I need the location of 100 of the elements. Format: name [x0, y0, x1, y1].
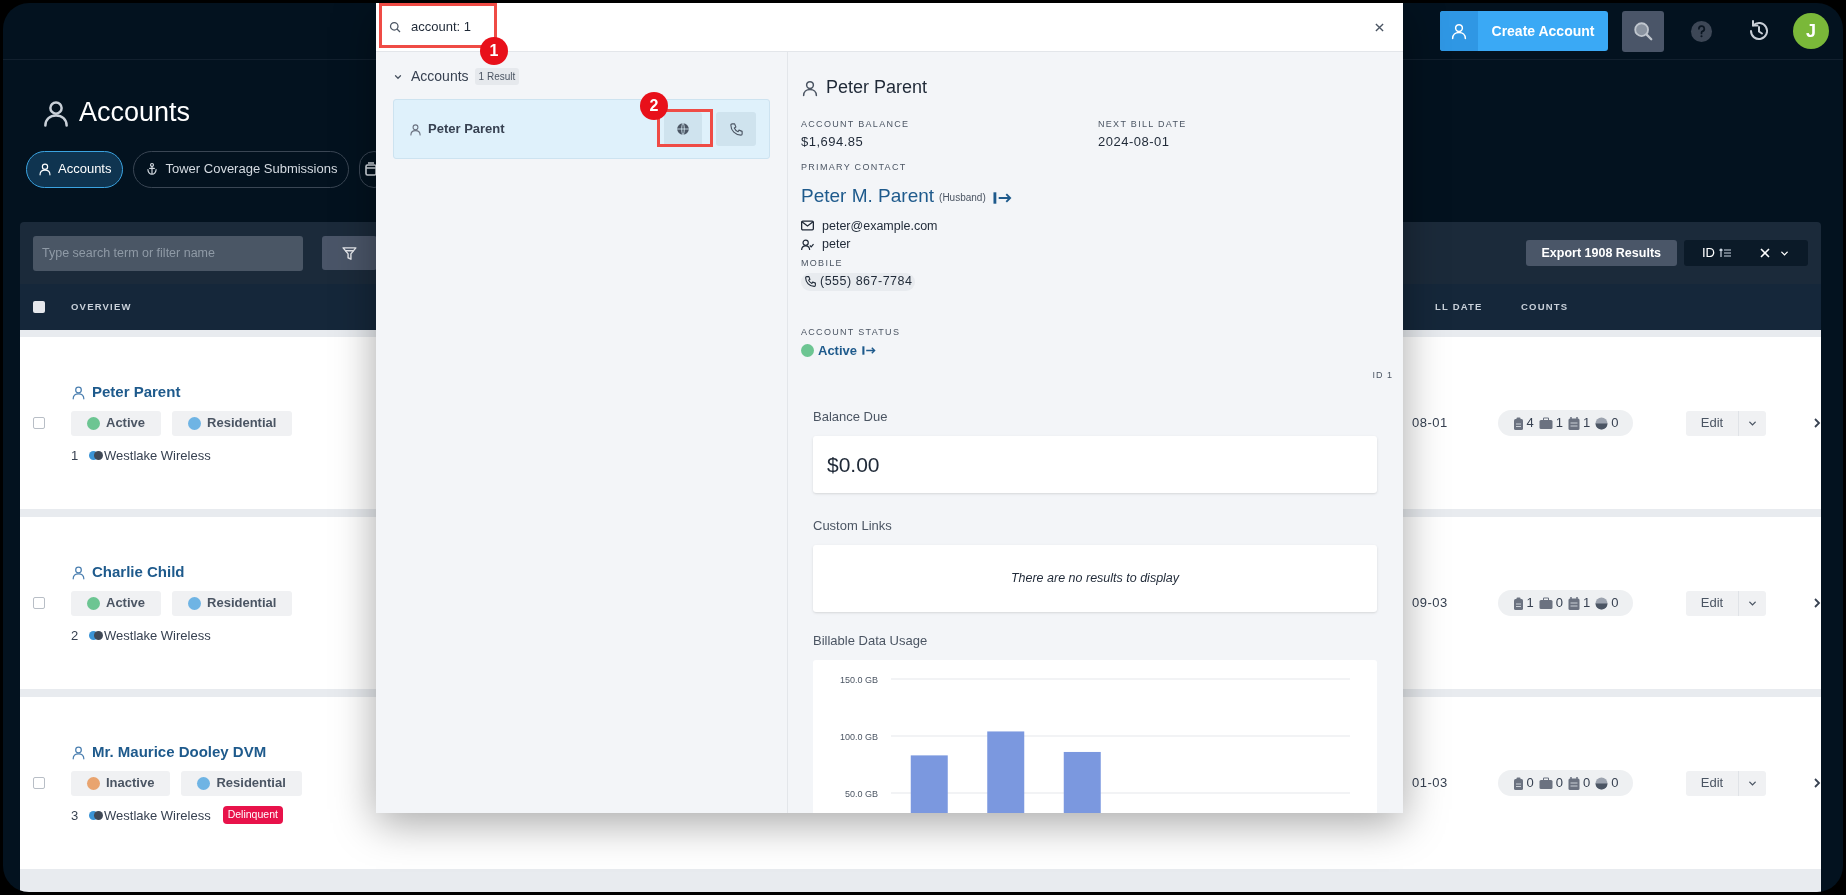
result-count: 1 Result — [474, 68, 520, 85]
clipboard-icon — [1512, 416, 1524, 430]
filter-icon — [341, 244, 358, 262]
call-button[interactable] — [716, 112, 756, 146]
count-value: 0 — [1583, 774, 1591, 793]
contact-email: peter@example.com — [822, 217, 938, 235]
mail-icon — [801, 220, 814, 232]
phone-icon — [728, 121, 744, 137]
briefcase-icon — [1538, 777, 1553, 789]
box-icon — [365, 162, 378, 176]
field-label: MOBILE — [801, 257, 844, 270]
clear-icon[interactable] — [1760, 248, 1770, 258]
filter-button[interactable] — [322, 236, 377, 270]
status-tag: Residential — [172, 590, 293, 616]
person-icon — [1450, 22, 1468, 40]
field-label: PRIMARY CONTACT — [801, 161, 908, 174]
provider-logo-icon — [89, 630, 103, 640]
status-tag: Active — [71, 590, 162, 616]
person-icon — [409, 122, 422, 136]
result-group-header[interactable]: Accounts 1 Result — [393, 66, 770, 87]
person-icon — [71, 384, 86, 400]
calendar-icon — [1568, 416, 1580, 430]
search-input[interactable]: account: 1 — [411, 17, 711, 37]
column-header[interactable]: COUNTS — [1521, 299, 1821, 315]
next-bill-date: 2024-08-01 — [1098, 132, 1171, 151]
chevron-right-icon[interactable] — [1813, 778, 1821, 788]
account-name-link[interactable]: Peter Parent — [92, 381, 181, 404]
status-tag: Residential — [172, 410, 293, 436]
close-icon[interactable] — [1375, 22, 1384, 32]
briefcase-icon — [1538, 597, 1553, 609]
status-tag: Active — [71, 410, 162, 436]
account-name-link[interactable]: Charlie Child — [92, 561, 185, 584]
calendar-icon — [1568, 776, 1580, 790]
count-value: 0 — [1611, 774, 1619, 793]
field-label: NEXT BILL DATE — [1098, 118, 1188, 131]
provider-name: Westlake Wireless — [104, 626, 211, 645]
column-header[interactable]: LL DATE — [1435, 299, 1521, 315]
provider-logo-icon — [89, 810, 103, 820]
export-button[interactable]: Export 1908 Results — [1525, 240, 1677, 266]
mobile-number[interactable]: (555) 867-7784 — [801, 272, 916, 291]
status-tag: Residential — [181, 770, 302, 796]
tab[interactable]: Accounts — [26, 150, 124, 188]
row-checkbox[interactable] — [33, 777, 45, 789]
contact-name-link[interactable]: Peter M. Parent — [801, 185, 935, 205]
status-link[interactable]: Active — [818, 341, 858, 361]
y-tick-label: 50.0 GB — [844, 788, 878, 799]
contact-relation: (Husband) — [939, 190, 986, 205]
bill-date: 09-03 — [1412, 594, 1449, 613]
count-value: 1 — [1583, 414, 1591, 433]
row-checkbox[interactable] — [33, 417, 45, 429]
count-value: 0 — [1555, 594, 1563, 613]
account-id: 2 — [71, 626, 80, 645]
website-button[interactable] — [664, 112, 702, 146]
person-icon — [71, 744, 86, 760]
anchor-icon — [145, 162, 160, 176]
count-value: 1 — [1555, 414, 1563, 433]
search-icon — [1632, 20, 1654, 42]
bar — [910, 755, 948, 813]
sort-select[interactable]: ID — [1684, 240, 1808, 266]
person-icon — [71, 564, 86, 580]
half-circle-icon — [1595, 416, 1609, 430]
provider-name: Westlake Wireless — [104, 806, 211, 825]
y-tick-label: 100.0 GB — [839, 731, 878, 742]
group-label: Accounts — [411, 67, 469, 86]
count-value: 0 — [1611, 594, 1619, 613]
column-header[interactable]: OVERVIEW — [71, 299, 132, 315]
person-icon — [801, 78, 819, 97]
result-name: Peter Parent — [428, 120, 505, 139]
person-icon — [38, 162, 52, 176]
user-check-icon — [801, 238, 814, 251]
contact-username: peter — [822, 236, 851, 254]
select-all-checkbox[interactable] — [33, 301, 45, 313]
arrow-to-icon[interactable] — [862, 345, 877, 357]
count-value: 4 — [1526, 414, 1534, 433]
sort-ascending-icon[interactable] — [1719, 248, 1731, 258]
empty-message: There are no results to display — [1010, 570, 1180, 588]
search-field[interactable]: Type search term or filter name — [33, 235, 303, 271]
count-value: 0 — [1555, 774, 1563, 793]
row-checkbox[interactable] — [33, 597, 45, 609]
provider-logo-icon — [89, 450, 103, 460]
chevron-right-icon[interactable] — [1813, 418, 1821, 428]
arrow-to-icon[interactable] — [992, 190, 1012, 205]
provider-name: Westlake Wireless — [104, 446, 211, 465]
search-icon — [389, 21, 401, 33]
field-label: ACCOUNT BALANCE — [801, 118, 911, 131]
phone-icon — [804, 275, 817, 288]
briefcase-icon — [1538, 417, 1553, 429]
search-button[interactable] — [1622, 10, 1664, 52]
half-circle-icon — [1595, 596, 1609, 610]
account-title: Peter Parent — [826, 76, 928, 99]
history-icon[interactable] — [1747, 19, 1771, 43]
section-title: Billable Data Usage — [813, 633, 928, 648]
account-name-link[interactable]: Mr. Maurice Dooley DVM — [92, 741, 267, 764]
half-circle-icon — [1595, 776, 1609, 790]
clipboard-icon — [1512, 596, 1524, 610]
count-value: 1 — [1583, 594, 1591, 613]
chevron-right-icon[interactable] — [1813, 598, 1821, 608]
section-title: Balance Due — [813, 409, 888, 424]
account-id: 1 — [71, 446, 80, 465]
bill-date: 08-01 — [1412, 414, 1449, 433]
